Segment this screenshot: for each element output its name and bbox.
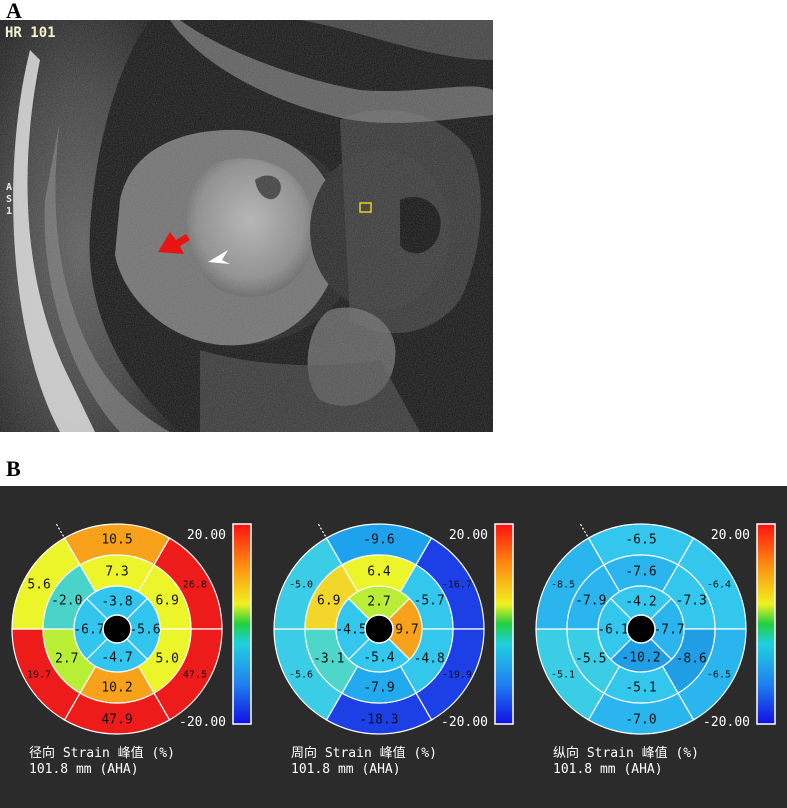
apical-segment-value: -5.4 [363, 651, 394, 666]
circumferential-caption-title: 周向 Strain 峰值 (%) [291, 746, 437, 761]
hr-label: HR 101 [5, 25, 56, 41]
mid-segment-value: 6.9 [155, 594, 178, 609]
mid-segment-value: -7.3 [676, 594, 707, 609]
basal-segment-value: -18.3 [359, 713, 398, 728]
bullseye-svg: -6.5 -6.4 -6.5 -7.0 -5.1 -8.5 -7.6 -7.3 -8.6 -5.1… [535, 522, 776, 735]
basal-segment-value: -16.7 [442, 580, 472, 591]
circumferential-caption-level: 101.8 mm (AHA) [291, 762, 401, 777]
strain-bullseye-panel: 10.5 26.8 47.5 47.9 19.7 5.6 7.3 6.9 5.0 10.2 2.7-… [0, 486, 787, 808]
basal-segment-value: -6.5 [625, 533, 656, 548]
color-scale-bar [494, 523, 514, 725]
circumferential-strain-plot: -9.6 -16.7 -19.9 -18.3 -5.6 -5.0 6.4 -5.7 -4.8 -7… [262, 486, 524, 808]
apical-segment-value: 2.7 [367, 595, 390, 610]
mid-segment-value: -5.7 [414, 594, 445, 609]
apical-segment-value: -10.2 [621, 651, 660, 666]
mid-segment-value: 2.7 [55, 652, 78, 667]
scale-max-label: 20.00 [449, 528, 488, 543]
mid-segment-value: -2.0 [51, 594, 82, 609]
mid-segment-value: 7.3 [105, 565, 128, 580]
scale-min-label: -20.00 [703, 715, 750, 730]
basal-segment-value: 26.8 [183, 580, 207, 591]
side-label-3: 1 [6, 206, 13, 217]
mid-segment-value: -3.1 [313, 652, 344, 667]
bullseye-svg: -9.6 -16.7 -19.9 -18.3 -5.6 -5.0 6.4 -5.7 -4.8 -7… [273, 522, 514, 735]
mid-segment-value: -7.9 [363, 681, 394, 696]
center-hole [102, 614, 132, 644]
apical-segment-value: -4.5 [335, 623, 366, 638]
scale-min-label: -20.00 [179, 715, 226, 730]
longitudinal-caption-title: 纵向 Strain 峰值 (%) [553, 746, 699, 761]
mid-segment-value: -4.8 [414, 652, 445, 667]
panel-b-label: B [6, 456, 21, 481]
apical-segment-value: -5.6 [129, 623, 160, 638]
apical-segment-value: -4.7 [101, 651, 132, 666]
reference-marker [54, 522, 65, 537]
scale-min-label: -20.00 [441, 715, 488, 730]
scale-max-label: 20.00 [187, 528, 226, 543]
radial-caption-level: 101.8 mm (AHA) [29, 762, 139, 777]
side-label: A S 1 [6, 182, 14, 218]
apical-segment-value: -4.2 [625, 595, 656, 610]
reference-marker [316, 522, 327, 537]
apical-segment-value: -3.8 [101, 595, 132, 610]
mid-segment-value: 6.4 [367, 565, 391, 580]
mid-segment-value: 5.0 [155, 652, 178, 667]
basal-segment-value: 10.5 [101, 533, 132, 548]
basal-segment-value: -7.0 [625, 713, 656, 728]
scale-max-label: 20.00 [711, 528, 750, 543]
longitudinal-strain-plot: -6.5 -6.4 -6.5 -7.0 -5.1 -8.5 -7.6 -7.3 -8.6 -5.1… [524, 486, 786, 808]
mid-segment-value: -7.6 [625, 565, 656, 580]
radial-caption-title: 径向 Strain 峰值 (%) [29, 746, 175, 761]
basal-segment-value: -8.5 [551, 580, 575, 591]
reference-marker [578, 522, 589, 537]
mid-segment-value: -8.6 [676, 652, 707, 667]
basal-segment-value: -5.1 [551, 670, 575, 681]
basal-segment-value: -9.6 [363, 533, 394, 548]
center-hole [626, 614, 656, 644]
basal-segment-value: -6.5 [707, 670, 731, 681]
apical-segment-value: -6.7 [73, 623, 104, 638]
basal-segment-value: -6.4 [707, 580, 731, 591]
center-hole [364, 614, 394, 644]
mid-segment-value: -5.1 [625, 681, 656, 696]
basal-segment-value: -19.9 [442, 670, 472, 681]
basal-segment-value: 47.5 [183, 670, 207, 681]
color-scale-bar [756, 523, 776, 725]
bullseye-svg: 10.5 26.8 47.5 47.9 19.7 5.6 7.3 6.9 5.0 10.2 2.7 -… [11, 522, 252, 735]
side-label-2: S [6, 194, 13, 205]
mid-segment-value: 6.9 [317, 594, 340, 609]
mid-segment-value: -7.9 [575, 594, 606, 609]
cardiac-mri-image [0, 20, 493, 432]
color-scale-bar [232, 523, 252, 725]
longitudinal-caption-level: 101.8 mm (AHA) [553, 762, 663, 777]
basal-segment-value: 5.6 [27, 578, 50, 593]
basal-segment-value: 47.9 [101, 713, 132, 728]
mid-segment-value: 10.2 [101, 681, 132, 696]
side-label-1: A [6, 182, 13, 193]
basal-segment-value: -5.6 [289, 670, 313, 681]
apical-segment-value: -6.1 [597, 623, 628, 638]
apical-segment-value: 9.7 [395, 623, 418, 638]
mid-segment-value: -5.5 [575, 652, 606, 667]
basal-segment-value: -5.0 [289, 580, 313, 591]
apical-segment-value: -7.7 [653, 623, 684, 638]
basal-segment-value: 19.7 [27, 670, 51, 681]
radial-strain-plot: 10.5 26.8 47.5 47.9 19.7 5.6 7.3 6.9 5.0 10.2 2.7 -… [0, 486, 262, 808]
